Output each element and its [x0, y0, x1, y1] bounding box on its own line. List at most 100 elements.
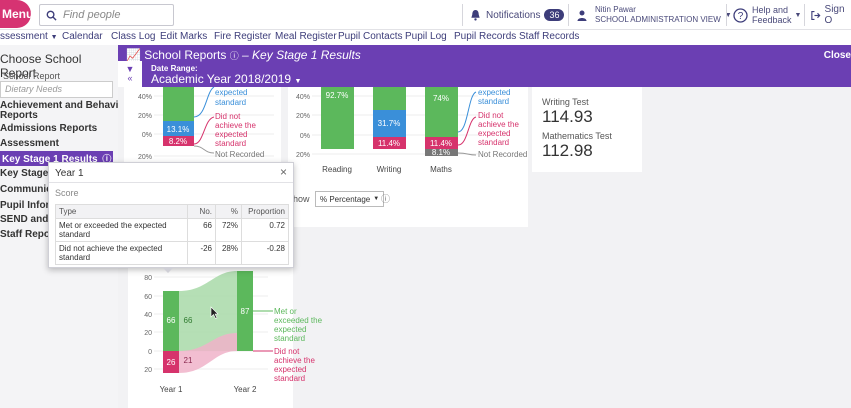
sign-out-button[interactable]: Sign O [811, 0, 851, 30]
svg-text:?: ? [738, 11, 744, 22]
legend-text: expected [215, 130, 247, 139]
tick-label: 20% [138, 113, 152, 120]
table-row: Met or exceeded the expected standard 66… [55, 218, 289, 242]
bar-met[interactable] [163, 87, 194, 121]
table-row: Did not achieve the expected standard -2… [55, 241, 289, 265]
chevron-down-icon: ▼ [794, 11, 802, 19]
legend-text: achieve the [274, 356, 315, 365]
category-label: Maths [430, 165, 452, 174]
nav-pupil-contacts[interactable]: Pupil Contacts [338, 31, 402, 42]
divider [804, 4, 805, 26]
cell-no: -26 [187, 241, 216, 265]
notifications-button[interactable]: Notifications 36 [470, 0, 565, 30]
close-icon[interactable]: × [280, 165, 287, 179]
search-placeholder: Find people [63, 9, 121, 21]
divider [726, 4, 727, 26]
legend-text: Met or [274, 307, 297, 316]
legend-text: expected [478, 129, 510, 138]
help-button[interactable]: ? Help and Feedback ▼ [733, 0, 801, 30]
tick-label: 40% [296, 94, 310, 101]
bar-label: 66 [167, 316, 176, 325]
close-button[interactable]: Close [824, 50, 851, 61]
divider [462, 4, 463, 26]
tick-label: 40% [138, 94, 152, 101]
bar-label: 87 [241, 307, 250, 316]
nav-edit-marks[interactable]: Edit Marks [160, 31, 207, 42]
popup-pointer [162, 267, 174, 273]
table-header-row: Type No. % Proportion [55, 204, 289, 219]
collapse-icon: « [127, 73, 133, 83]
menu-button[interactable]: Menu [0, 0, 33, 28]
popup-title: Year 1 [55, 168, 84, 179]
divider [49, 182, 293, 183]
tick-label: 0 [148, 349, 152, 356]
tick-label: 20% [296, 113, 310, 120]
tick-label: 20% [138, 154, 152, 161]
category-label: Year 2 [234, 385, 257, 394]
cell-type: Met or exceeded the expected standard [55, 218, 188, 242]
legend-text: standard [215, 139, 246, 148]
tick-label: 80 [144, 275, 152, 282]
bar-writing-met[interactable] [373, 87, 406, 110]
sidebar-label: School Report [3, 71, 61, 81]
search-input[interactable]: Find people [39, 4, 174, 26]
user-menu[interactable]: Nitin Pawar SCHOOL ADMINISTRATION VIEW ▼ [577, 0, 732, 30]
search-icon [46, 10, 57, 21]
help-icon: ? [733, 7, 748, 23]
cell-proportion: 0.72 [241, 218, 289, 242]
cell-no: 66 [187, 218, 216, 242]
sidebar-item-assessment[interactable]: Assessment [0, 138, 59, 149]
legend-text: expected [274, 325, 306, 334]
show-select[interactable]: % Percentage ▼ [315, 191, 385, 207]
report-header: 📈 School Reports ⓘ – Key Stage 1 Results… [118, 45, 851, 87]
nav-pupil-records[interactable]: Pupil Records [454, 31, 516, 42]
nav-calendar[interactable]: Calendar [62, 31, 103, 42]
nav-meal-register[interactable]: Meal Register [275, 31, 337, 42]
show-label: how [293, 194, 310, 204]
nav-staff-records[interactable]: Staff Records [519, 31, 579, 42]
legend-text: expected [478, 88, 510, 97]
bar-label: 92.7% [326, 91, 349, 100]
sidebar-item-admissions[interactable]: Admissions Reports [0, 123, 97, 134]
nav-fire-register[interactable]: Fire Register [214, 31, 271, 42]
sidebar-search-input[interactable]: Dietary Needs [0, 81, 113, 98]
info-icon[interactable]: ⓘ [381, 192, 390, 205]
stacked-chart: 40% 20% 0% 20% 13.1% 8.2% expected stand… [138, 86, 274, 161]
flow-label: 21 [184, 356, 193, 365]
connector-line [457, 91, 477, 133]
nav-pupil-log[interactable]: Pupil Log [405, 31, 447, 42]
legend-text: Did not [274, 347, 300, 356]
filter-button[interactable]: ▼ « [118, 61, 142, 87]
column-header: % [215, 204, 242, 219]
connector-line [193, 116, 215, 145]
nav-class-log[interactable]: Class Log [111, 31, 155, 42]
connector-line [193, 86, 215, 118]
legend-text: standard [478, 97, 509, 106]
report-title: 📈 School Reports ⓘ – Key Stage 1 Results [126, 48, 361, 62]
connector-line [193, 145, 215, 154]
bar-label: 31.7% [378, 119, 401, 128]
writing-score-label: Writing Test [542, 97, 589, 107]
tick-label: 0% [142, 132, 152, 139]
nav-assessment[interactable]: ssessment ▼ [0, 31, 58, 42]
tick-label: 20% [296, 152, 310, 159]
bar-label: 74% [433, 94, 449, 103]
column-header: No. [187, 204, 216, 219]
cell-type: Did not achieve the expected standard [55, 241, 188, 265]
subject-chart: 40% 20% 0% 20% 92.7% 31.7% 11.4% 74% 11.… [296, 87, 527, 174]
top-bar: Menu Find people Notifications 36 Nitin … [0, 0, 851, 30]
sidebar-item-achievement-2[interactable]: Reports [0, 110, 38, 121]
legend-text: Did not [478, 111, 504, 120]
date-range-select[interactable]: Academic Year 2018/2019 ▼ [151, 72, 301, 86]
column-header: Proportion [241, 204, 289, 219]
sign-out-icon [811, 10, 821, 20]
legend-text: expected [274, 365, 306, 374]
help-label: Help and [752, 5, 789, 15]
tick-label: 60 [144, 294, 152, 301]
sign-out-label: Sign O [824, 4, 845, 26]
bar-label: 13.1% [167, 125, 190, 134]
user-role: SCHOOL ADMINISTRATION VIEW [595, 15, 721, 24]
user-icon [577, 10, 587, 21]
bar-label: 26 [167, 358, 176, 367]
chart-icon: 📈 [126, 48, 141, 62]
